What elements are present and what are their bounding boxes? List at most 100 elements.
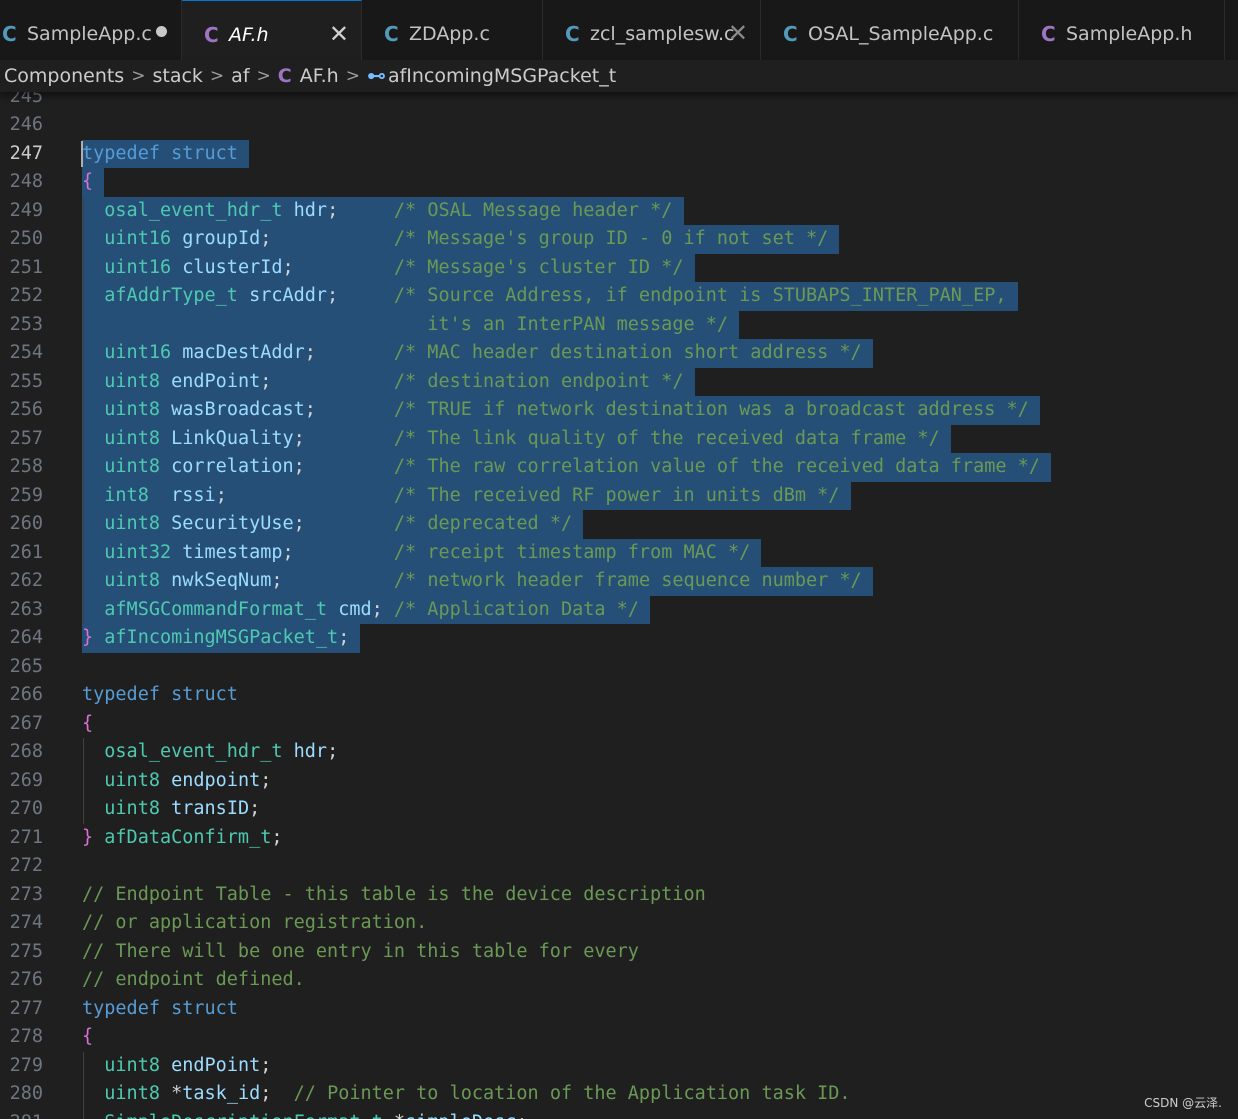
tab-zdapp-c[interactable]: C ZDApp.c: [362, 0, 543, 68]
line-number: 249: [9, 199, 43, 221]
code-line[interactable]: 279 uint8 endPoint;: [0, 1052, 1238, 1081]
code-line[interactable]: 267 {: [0, 710, 1238, 739]
code-text: SimpleDescriptionFormat_t *simpleDesc;: [82, 1109, 527, 1119]
code-line[interactable]: 276 // endpoint defined.: [0, 966, 1238, 995]
code-line[interactable]: 269 uint8 endpoint;: [0, 767, 1238, 796]
line-number: 246: [9, 114, 43, 135]
code-text: uint8 transID;: [104, 798, 261, 819]
code-line[interactable]: 274 // or application registration.: [0, 909, 1238, 938]
code-text: } afIncomingMSGPacket_t;: [82, 624, 361, 653]
code-text: {: [82, 712, 94, 734]
code-text: uint16 groupId; /* Message's group ID - …: [82, 225, 840, 254]
code-text: typedef struct: [82, 684, 238, 705]
code-line[interactable]: 245: [0, 92, 1238, 111]
c-file-icon: C: [204, 22, 219, 47]
breadcrumb-item-file[interactable]: AF.h: [300, 65, 339, 87]
chevron-right-icon: >: [131, 66, 146, 86]
code-text: uint16 macDestAddr; /* MAC header destin…: [82, 339, 873, 368]
line-number: 267: [9, 712, 43, 734]
code-line[interactable]: 252 afAddrType_t srcAddr; /* Source Addr…: [0, 282, 1238, 311]
code-line[interactable]: 259 int8 rssi; /* The received RF power …: [0, 481, 1238, 510]
code-line[interactable]: 266 typedef struct: [0, 681, 1238, 710]
close-icon[interactable]: ✕: [329, 19, 349, 49]
code-line[interactable]: 250 uint16 groupId; /* Message's group I…: [0, 225, 1238, 254]
code-line[interactable]: 262 uint8 nwkSeqNum; /* network header f…: [0, 567, 1238, 596]
code-line[interactable]: 251 uint16 clusterId; /* Message's clust…: [0, 253, 1238, 282]
indent-guide: [83, 1051, 84, 1119]
code-line[interactable]: 258 uint8 correlation; /* The raw correl…: [0, 453, 1238, 482]
code-line[interactable]: 278 {: [0, 1023, 1238, 1052]
tab-label: OSAL_SampleApp.c: [808, 23, 994, 45]
line-number: 277: [9, 997, 43, 1019]
code-text: typedef struct: [82, 997, 238, 1019]
code-line[interactable]: 247 typedef struct: [0, 139, 1238, 168]
tab-sampleapp-h[interactable]: C SampleApp.h: [1019, 0, 1225, 68]
breadcrumb: Components > stack > af > C AF.h > ⊷ afI…: [0, 60, 1238, 92]
code-line[interactable]: 280 uint8 *task_id; // Pointer to locati…: [0, 1080, 1238, 1109]
code-line[interactable]: 265: [0, 653, 1238, 682]
breadcrumb-item-stack[interactable]: stack: [152, 65, 202, 87]
line-number: 278: [9, 1026, 43, 1047]
code-text: afAddrType_t srcAddr; /* Source Address,…: [82, 282, 1018, 311]
breadcrumb-item-af[interactable]: af: [231, 65, 249, 87]
text-cursor: [81, 140, 83, 167]
code-line[interactable]: 256 uint8 wasBroadcast; /* TRUE if netwo…: [0, 396, 1238, 425]
tab-label: SampleApp.c: [27, 23, 152, 45]
code-text: // or application registration.: [82, 912, 428, 933]
line-number: 272: [9, 855, 43, 876]
code-line[interactable]: 246: [0, 111, 1238, 140]
code-line[interactable]: 254 uint16 macDestAddr; /* MAC header de…: [0, 339, 1238, 368]
line-number: 259: [9, 484, 43, 506]
line-number: 262: [9, 570, 43, 591]
line-number: 265: [9, 655, 43, 677]
code-editor[interactable]: 245 246 247 typedef struct 248 { 249 osal_ev…: [0, 92, 1238, 1119]
code-line[interactable]: 257 uint8 LinkQuality; /* The link quali…: [0, 424, 1238, 453]
breadcrumb-item-symbol[interactable]: afIncomingMSGPacket_t: [388, 65, 616, 87]
line-number: 268: [9, 741, 43, 762]
code-line[interactable]: 248 {: [0, 168, 1238, 197]
line-number: 266: [9, 684, 43, 705]
indent-guide: [83, 196, 84, 624]
code-line[interactable]: 275 // There will be one entry in this ta…: [0, 938, 1238, 967]
tab-zcl-samplesw-c[interactable]: C zcl_samplesw.c ✕: [543, 0, 761, 68]
code-text: uint8 SecurityUse; /* deprecated */: [82, 510, 584, 539]
tab-af-h[interactable]: C AF.h ✕: [182, 0, 362, 68]
line-number: 253: [9, 313, 43, 335]
code-line[interactable]: 273 // Endpoint Table - this table is the…: [0, 881, 1238, 910]
code-line[interactable]: 255 uint8 endPoint; /* destination endpo…: [0, 367, 1238, 396]
code-line[interactable]: 260 uint8 SecurityUse; /* deprecated */: [0, 510, 1238, 539]
modified-dot-icon[interactable]: [156, 26, 167, 37]
chevron-right-icon: >: [256, 66, 271, 86]
code-line[interactable]: 272: [0, 852, 1238, 881]
c-file-icon: C: [277, 65, 292, 87]
line-number: 252: [9, 285, 43, 306]
code-text: } afDataConfirm_t;: [82, 826, 283, 848]
line-number: 269: [9, 769, 43, 791]
code-line[interactable]: 281 SimpleDescriptionFormat_t *simpleDes…: [0, 1109, 1238, 1119]
tab-sampleapp-c[interactable]: C SampleApp.c: [0, 0, 182, 68]
code-line[interactable]: 271} afDataConfirm_t;: [0, 824, 1238, 853]
code-text: // There will be one entry in this table…: [82, 940, 639, 962]
line-number: 274: [9, 912, 43, 933]
code-line[interactable]: 253 it's an InterPAN message */: [0, 310, 1238, 339]
breadcrumb-item-components[interactable]: Components: [4, 65, 124, 87]
line-number: 248: [9, 171, 43, 192]
code-line[interactable]: 249 osal_event_hdr_t hdr; /* OSAL Messag…: [0, 196, 1238, 225]
code-line[interactable]: 263 afMSGCommandFormat_t cmd; /* Applica…: [0, 595, 1238, 624]
line-number: 258: [9, 456, 43, 477]
editor-tab-bar: C SampleApp.c C AF.h ✕ C ZDApp.c C zcl_s…: [0, 0, 1238, 68]
line-number: 280: [9, 1083, 43, 1104]
tab-label: ZDApp.c: [409, 23, 490, 45]
c-file-icon: C: [1041, 22, 1056, 46]
close-icon[interactable]: ✕: [728, 18, 748, 48]
code-line[interactable]: 268 osal_event_hdr_t hdr;: [0, 738, 1238, 767]
code-line[interactable]: 270 uint8 transID;: [0, 795, 1238, 824]
tab-osal-sampleapp-c[interactable]: C OSAL_SampleApp.c: [761, 0, 1019, 68]
code-line[interactable]: 261 uint32 timestamp; /* receipt timesta…: [0, 538, 1238, 567]
chevron-right-icon: >: [345, 66, 360, 86]
code-text: typedef struct: [82, 139, 250, 168]
code-text: osal_event_hdr_t hdr;: [104, 741, 339, 762]
code-line[interactable]: 264} afIncomingMSGPacket_t;: [0, 624, 1238, 653]
code-line[interactable]: 277 typedef struct: [0, 995, 1238, 1024]
c-file-icon: C: [2, 22, 17, 46]
